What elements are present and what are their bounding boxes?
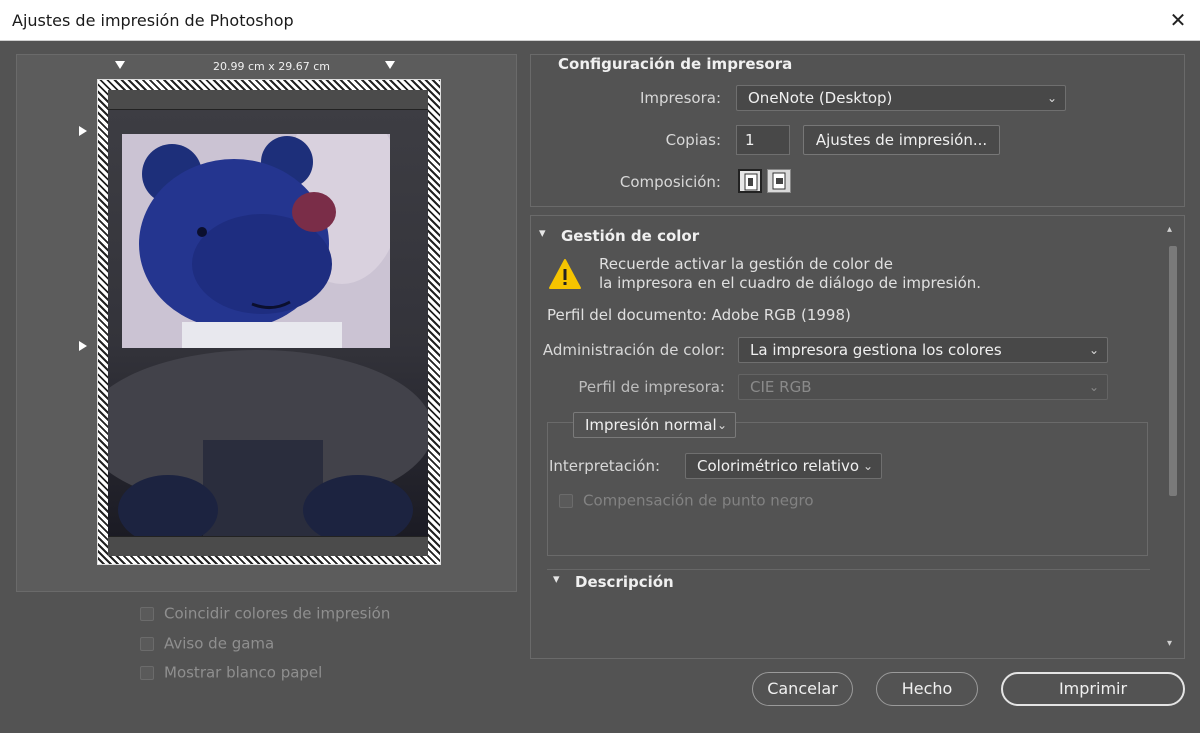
printer-profile-select[interactable]: CIE RGB ⌄ xyxy=(738,374,1108,400)
show-paper-white-label: Mostrar blanco papel xyxy=(164,663,323,682)
color-management-title: Gestión de color xyxy=(561,227,700,245)
match-print-colors-option[interactable]: Coincidir colores de impresión xyxy=(140,604,390,628)
scroll-up-icon[interactable]: ▴ xyxy=(1167,224,1172,235)
done-button[interactable]: Hecho xyxy=(876,672,978,706)
chevron-down-icon: ⌄ xyxy=(862,459,873,473)
color-handling-select[interactable]: La impresora gestiona los colores ⌄ xyxy=(738,337,1108,363)
print-preview-panel: 20.99 cm x 29.67 cm xyxy=(16,54,517,592)
title-bar: Ajustes de impresión de Photoshop ✕ xyxy=(0,0,1200,41)
chevron-down-icon: ⌄ xyxy=(1088,380,1099,394)
cancel-button[interactable]: Cancelar xyxy=(752,672,853,706)
paper-preview xyxy=(83,79,441,565)
document-profile-text: Perfil del documento: Adobe RGB (1998) xyxy=(547,306,851,324)
top-right-margin-marker-icon[interactable] xyxy=(385,61,395,69)
warning-icon xyxy=(549,259,581,289)
close-icon[interactable]: ✕ xyxy=(1164,6,1192,34)
section-divider xyxy=(547,569,1150,570)
print-mode-select[interactable]: Impresión normal ⌄ xyxy=(573,412,736,438)
photo-preview-printable xyxy=(122,134,390,348)
printer-profile-value: CIE RGB xyxy=(750,378,812,396)
printer-setup-title: Configuración de impresora xyxy=(558,55,793,73)
chevron-down-icon: ⌄ xyxy=(1046,91,1057,105)
scroll-thumb[interactable] xyxy=(1169,246,1177,496)
color-management-section: ▾ Gestión de color Recuerde activar la g… xyxy=(530,215,1185,659)
printer-setup-section: Configuración de impresora Impresora: On… xyxy=(530,54,1185,207)
chevron-down-icon[interactable]: ▾ xyxy=(553,572,560,587)
rendering-intent-label: Interpretación: xyxy=(549,457,661,475)
gamut-warning-label: Aviso de gama xyxy=(164,634,275,653)
page-header-strip xyxy=(108,90,428,110)
print-mode-value: Impresión normal xyxy=(585,416,717,434)
left-top-margin-marker-icon[interactable] xyxy=(79,126,87,136)
printer-profile-label: Perfil de impresora: xyxy=(578,378,725,396)
teddy-bear-image xyxy=(122,134,390,348)
match-print-colors-label: Coincidir colores de impresión xyxy=(164,604,391,623)
printable-area xyxy=(83,90,433,556)
paper-dimensions: 20.99 cm x 29.67 cm xyxy=(213,60,331,73)
scrollbar[interactable]: ▴ ▾ xyxy=(1166,224,1178,652)
chevron-down-icon[interactable]: ▾ xyxy=(539,226,546,241)
black-point-compensation-checkbox[interactable] xyxy=(559,493,573,508)
printer-select-value: OneNote (Desktop) xyxy=(748,89,893,107)
print-mode-group xyxy=(547,422,1148,556)
description-title: Descripción xyxy=(575,573,674,591)
copies-label: Copias: xyxy=(665,131,721,149)
color-handling-label: Administración de color: xyxy=(542,341,725,359)
portrait-layout-icon[interactable] xyxy=(738,169,762,193)
print-button[interactable]: Imprimir xyxy=(1001,672,1185,706)
scroll-down-icon[interactable]: ▾ xyxy=(1167,638,1172,649)
warning-text-line-1: Recuerde activar la gestión de color de xyxy=(599,255,894,273)
show-paper-white-option[interactable]: Mostrar blanco papel xyxy=(140,663,322,687)
left-center-marker-icon[interactable] xyxy=(79,341,87,351)
copies-input[interactable]: 1 xyxy=(736,125,790,155)
color-handling-value: La impresora gestiona los colores xyxy=(750,341,1002,359)
top-left-margin-marker-icon[interactable] xyxy=(115,61,125,69)
black-point-compensation-option[interactable]: Compensación de punto negro xyxy=(559,491,814,515)
rendering-intent-select[interactable]: Colorimétrico relativo ⌄ xyxy=(685,453,882,479)
black-point-compensation-label: Compensación de punto negro xyxy=(583,491,814,510)
chevron-down-icon: ⌄ xyxy=(1088,343,1099,357)
chevron-down-icon: ⌄ xyxy=(716,418,727,432)
landscape-layout-icon[interactable] xyxy=(767,169,791,193)
window-title: Ajustes de impresión de Photoshop xyxy=(12,11,294,30)
printer-select[interactable]: OneNote (Desktop) ⌄ xyxy=(736,85,1066,111)
gamut-warning-checkbox[interactable] xyxy=(140,636,154,651)
page-footer-strip xyxy=(108,536,428,556)
gamut-warning-option[interactable]: Aviso de gama xyxy=(140,634,274,658)
rendering-intent-value: Colorimétrico relativo xyxy=(697,457,860,475)
show-paper-white-checkbox[interactable] xyxy=(140,665,154,680)
printer-label: Impresora: xyxy=(639,89,721,107)
print-settings-button[interactable]: Ajustes de impresión... xyxy=(803,125,1000,155)
warning-text-line-2: la impresora en el cuadro de diálogo de … xyxy=(599,274,982,292)
layout-label: Composición: xyxy=(619,173,721,191)
match-print-colors-checkbox[interactable] xyxy=(140,606,154,621)
